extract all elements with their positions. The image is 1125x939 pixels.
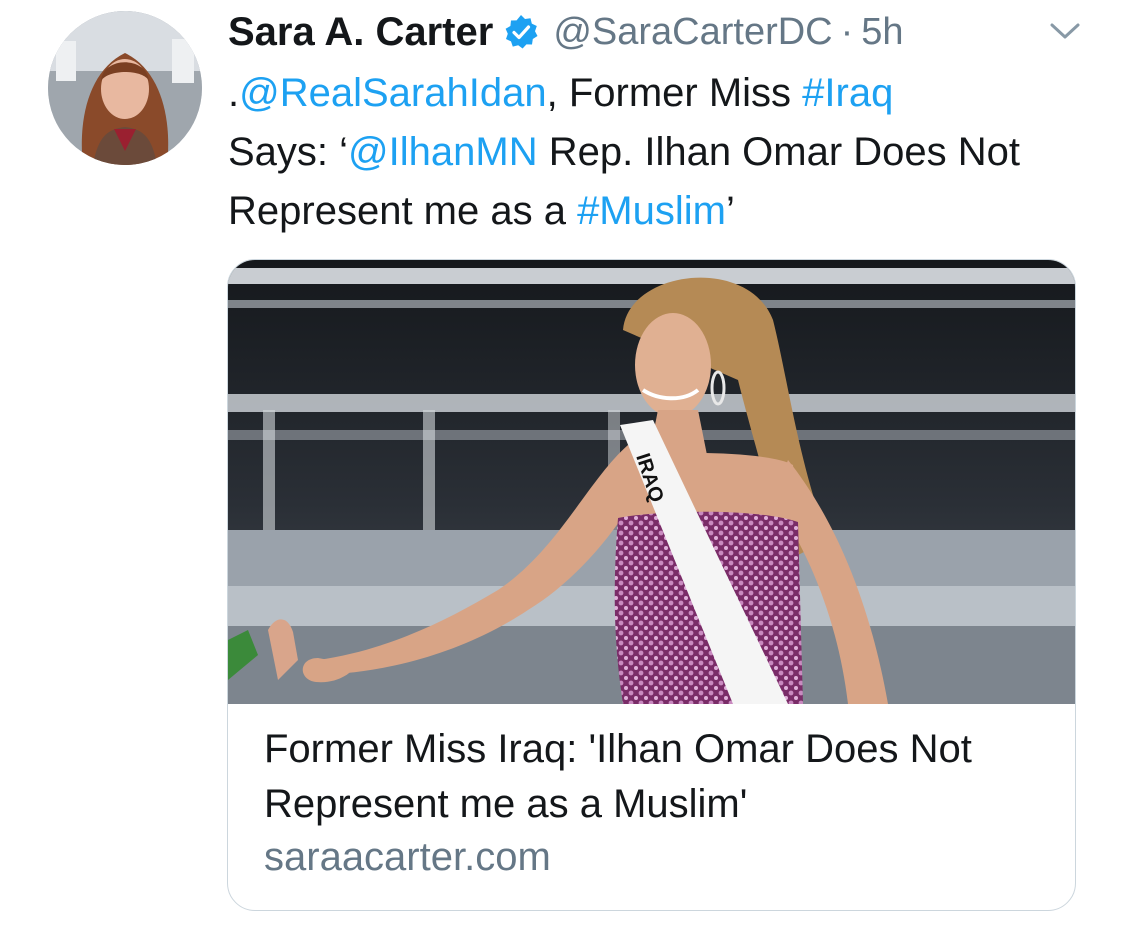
author-display-name[interactable]: Sara A. Carter xyxy=(228,10,493,55)
text-prefix: . xyxy=(228,71,240,115)
card-title: Former Miss Iraq: 'Ilhan Omar Does Not R… xyxy=(264,727,972,826)
mention-link[interactable]: @IlhanMN xyxy=(348,130,538,174)
hashtag-link[interactable]: #Muslim xyxy=(577,189,726,233)
card-image[interactable]: IRAQ xyxy=(228,260,1075,704)
tweet-text: .@RealSarahIdan, Former Miss #Iraq Says:… xyxy=(228,64,1058,241)
text-suffix: ’ xyxy=(725,189,735,233)
text-segment: , Former Miss xyxy=(546,71,803,115)
hashtag-link[interactable]: #Iraq xyxy=(802,71,893,115)
text-segment: Says: ‘ xyxy=(228,130,349,174)
verified-badge-icon xyxy=(503,14,539,50)
card-domain: saraacarter.com xyxy=(264,835,551,879)
card-body: Former Miss Iraq: 'Ilhan Omar Does Not R… xyxy=(264,722,1044,882)
tweet-header: Sara A. Carter @SaraCarterDC · 5h xyxy=(228,8,904,56)
link-preview-card[interactable]: IRAQ Former Miss Iraq: 'Ilhan Omar Does … xyxy=(227,259,1076,911)
chevron-down-icon[interactable] xyxy=(1048,20,1082,42)
separator-dot: · xyxy=(840,10,854,53)
tweet-timestamp[interactable]: 5h xyxy=(861,11,903,54)
avatar[interactable] xyxy=(48,11,202,165)
avatar-photo xyxy=(48,11,202,165)
author-handle[interactable]: @SaraCarterDC xyxy=(553,11,832,54)
mention-link[interactable]: @RealSarahIdan xyxy=(239,71,546,115)
